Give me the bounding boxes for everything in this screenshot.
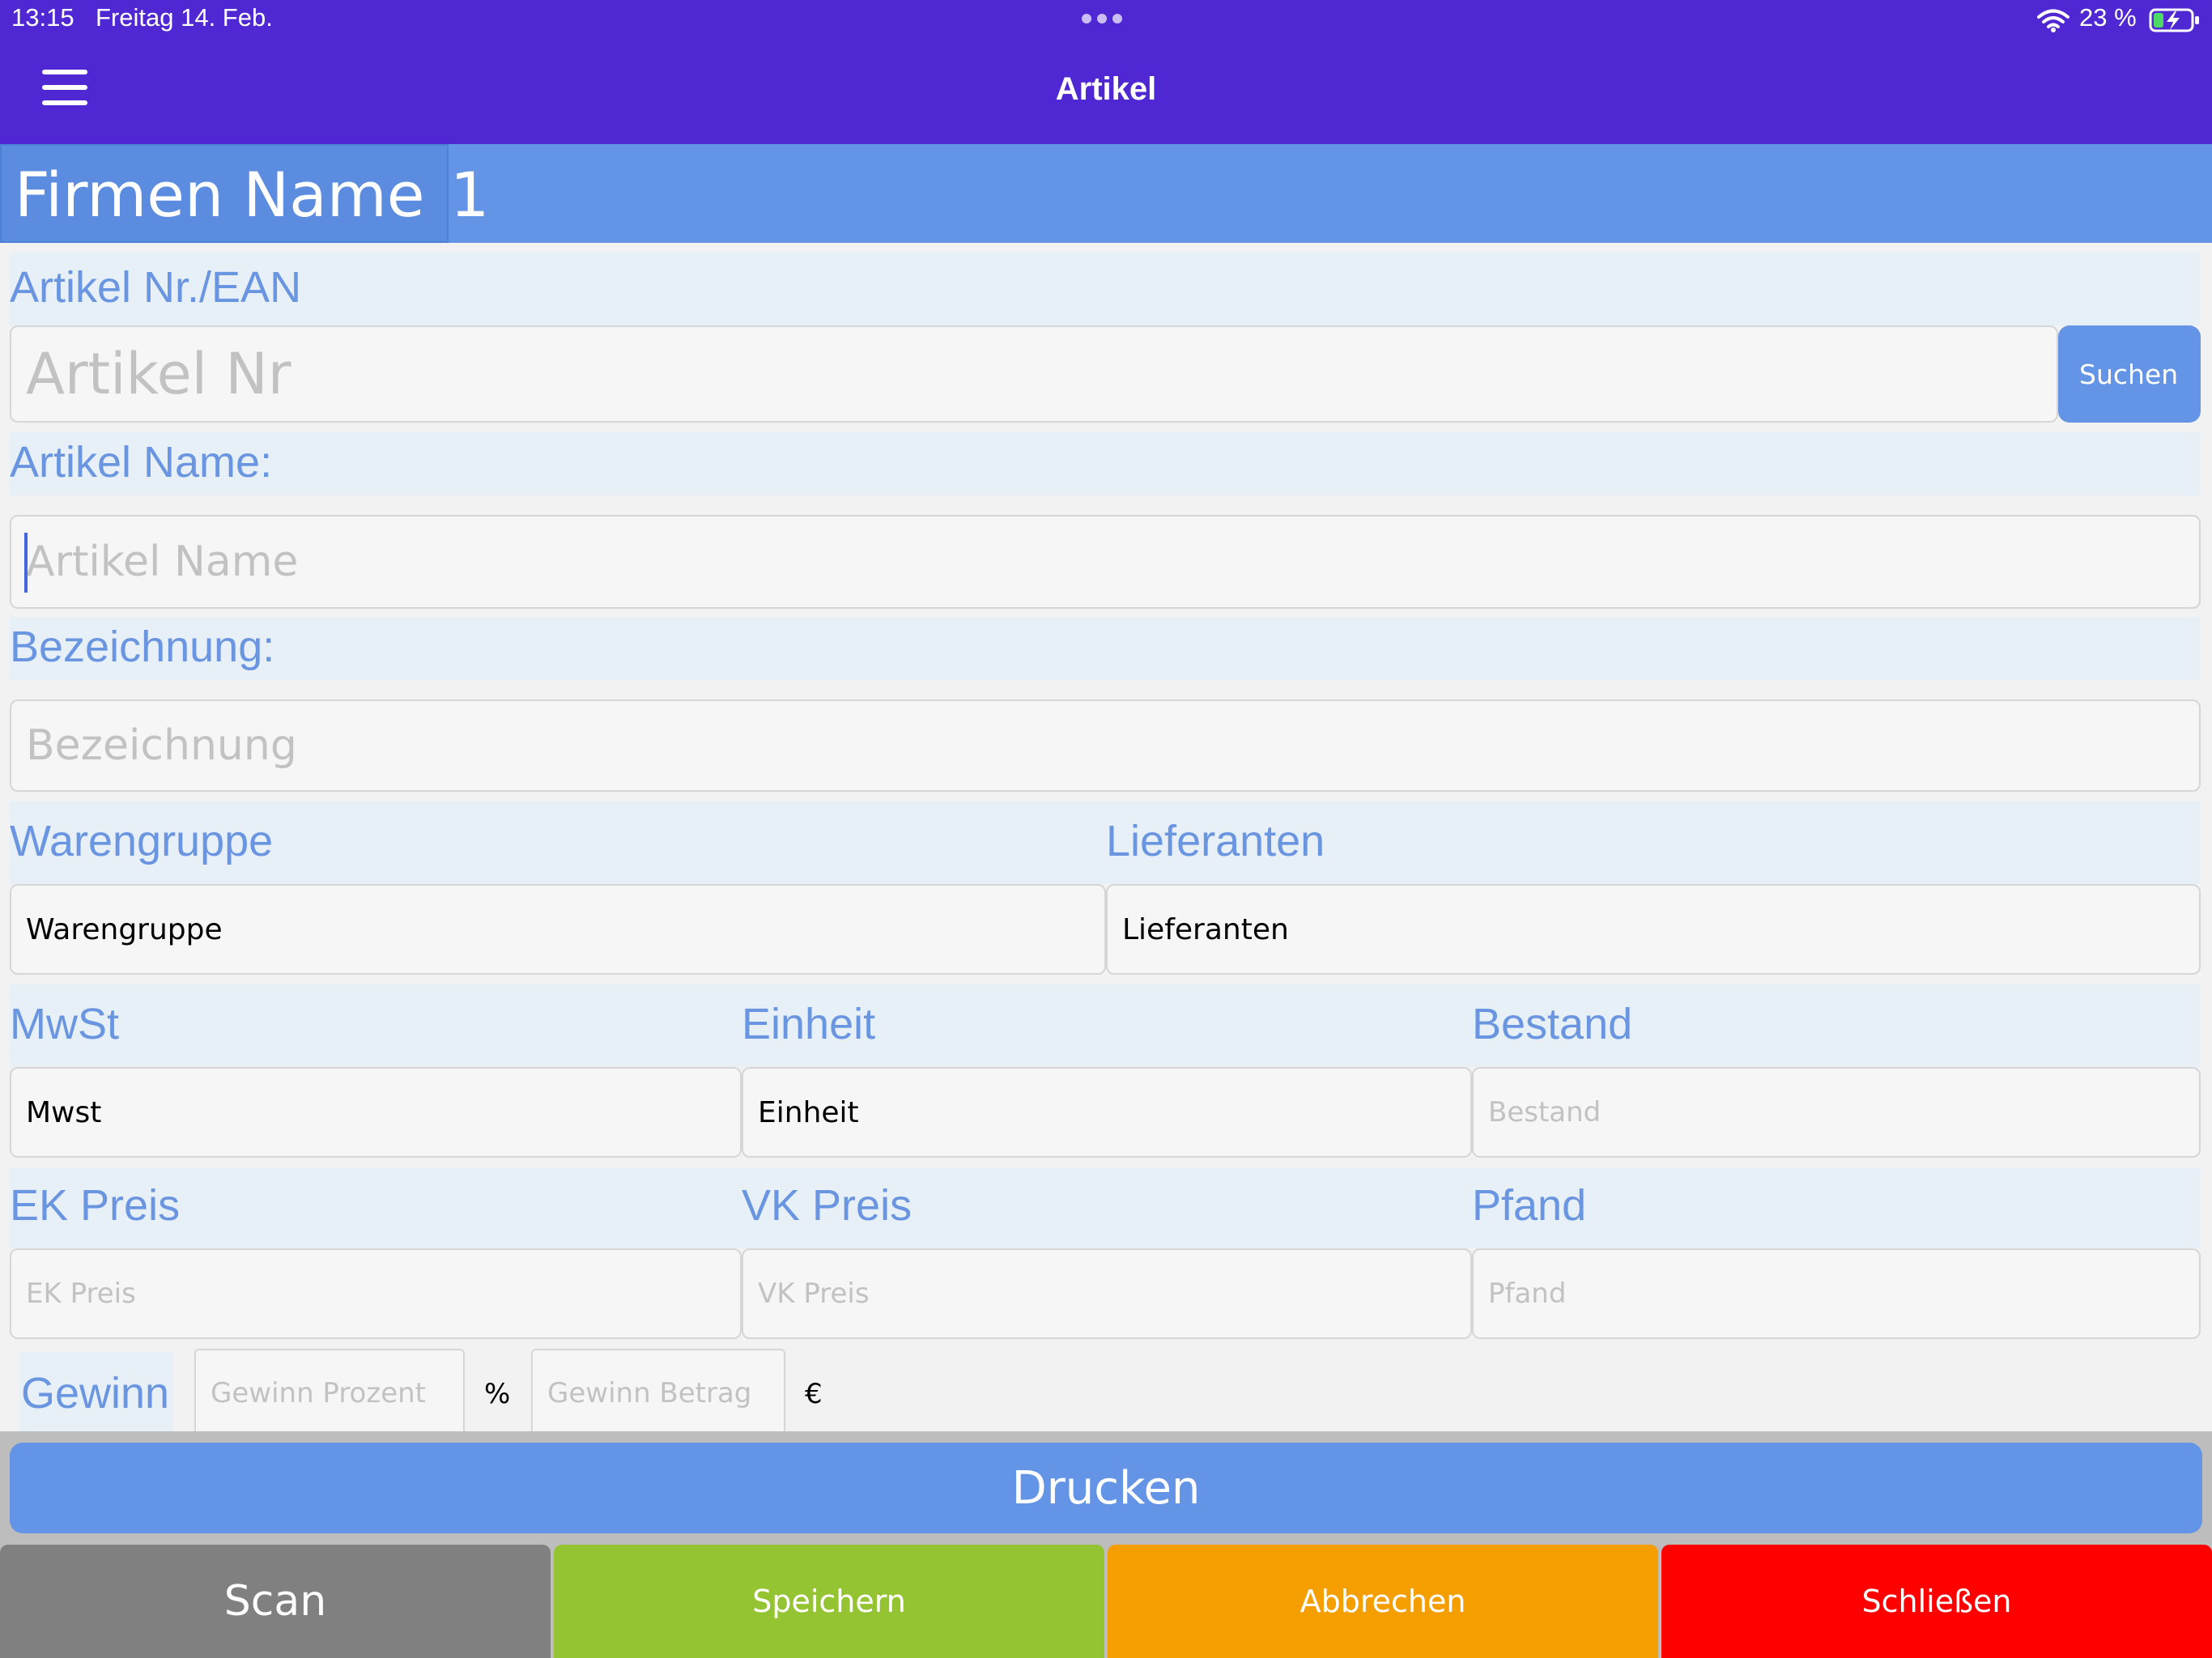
sale-price-placeholder: VK Preis [758,1278,870,1310]
deposit-input[interactable]: Pfand [1472,1248,2201,1339]
suppliers-label: Lieferanten [1106,817,1325,865]
cancel-button[interactable]: Abbrechen [1108,1545,1658,1658]
suppliers-select[interactable]: Lieferanten [1106,884,2201,975]
article-name-input[interactable]: Artikel Name [10,515,2201,609]
page-title: Artikel [1055,71,1157,107]
product-group-label: Warengruppe [10,817,274,865]
stock-label: Bestand [1472,1000,1633,1048]
article-number-label-band [10,253,2201,325]
battery-charging-icon [2149,8,2199,32]
vat-value: Mwst [26,1095,102,1129]
unit-value: Einheit [758,1095,859,1129]
profit-amount-input[interactable]: Gewinn Betrag [531,1349,785,1438]
product-group-value: Warengruppe [26,912,223,946]
vat-label: MwSt [10,1000,119,1048]
status-date: Freitag 14. Feb. [96,3,273,32]
product-group-select[interactable]: Warengruppe [10,884,1106,975]
wifi-icon [2037,9,2069,32]
search-button[interactable]: Suchen [2058,325,2201,423]
designation-label-band [10,617,2201,680]
article-name-label-band [10,432,2201,495]
close-button[interactable]: Schließen [1661,1545,2212,1658]
deposit-placeholder: Pfand [1488,1278,1567,1310]
article-number-label: Artikel Nr./EAN [10,263,302,312]
sale-price-input[interactable]: VK Preis [742,1248,1472,1339]
purchase-price-placeholder: EK Preis [26,1278,136,1310]
article-number-placeholder: Artikel Nr [26,341,291,407]
battery-percentage: 23 % [2079,3,2137,32]
designation-label: Bezeichnung: [10,623,275,671]
company-number: 1 [450,159,490,231]
price-label-band [10,1167,2201,1248]
euro-unit: € [805,1378,823,1410]
multitasking-dots-icon[interactable] [1082,13,1130,26]
print-button[interactable]: Drucken [10,1443,2202,1533]
article-name-placeholder: Artikel Name [26,538,299,586]
deposit-label: Pfand [1472,1181,1587,1230]
profit-amount-placeholder: Gewinn Betrag [547,1377,752,1409]
text-cursor [24,533,28,593]
purchase-price-input[interactable]: EK Preis [10,1248,742,1339]
vat-unit-stock-label-band [10,984,2201,1067]
scan-button[interactable]: Scan [0,1545,551,1658]
profit-percent-input[interactable]: Gewinn Prozent [194,1349,465,1438]
purchase-price-label: EK Preis [10,1181,181,1230]
group-supplier-label-band [10,801,2201,884]
unit-select[interactable]: Einheit [742,1067,1472,1158]
vat-select[interactable]: Mwst [10,1067,742,1158]
article-number-input[interactable]: Artikel Nr [10,325,2058,423]
sale-price-label: VK Preis [742,1181,912,1230]
company-name: Firmen Name [15,159,425,231]
suppliers-value: Lieferanten [1122,912,1289,946]
percent-unit: % [484,1378,511,1410]
designation-placeholder: Bezeichnung [26,721,297,770]
stock-placeholder: Bestand [1488,1096,1602,1129]
designation-input[interactable]: Bezeichnung [10,699,2201,792]
profit-label: Gewinn [21,1369,170,1418]
status-time: 13:15 [11,3,74,32]
profit-percent-placeholder: Gewinn Prozent [211,1377,427,1409]
article-name-label: Artikel Name: [10,438,273,487]
save-button[interactable]: Speichern [554,1545,1104,1658]
stock-input[interactable]: Bestand [1472,1067,2201,1158]
unit-label: Einheit [742,1000,876,1048]
